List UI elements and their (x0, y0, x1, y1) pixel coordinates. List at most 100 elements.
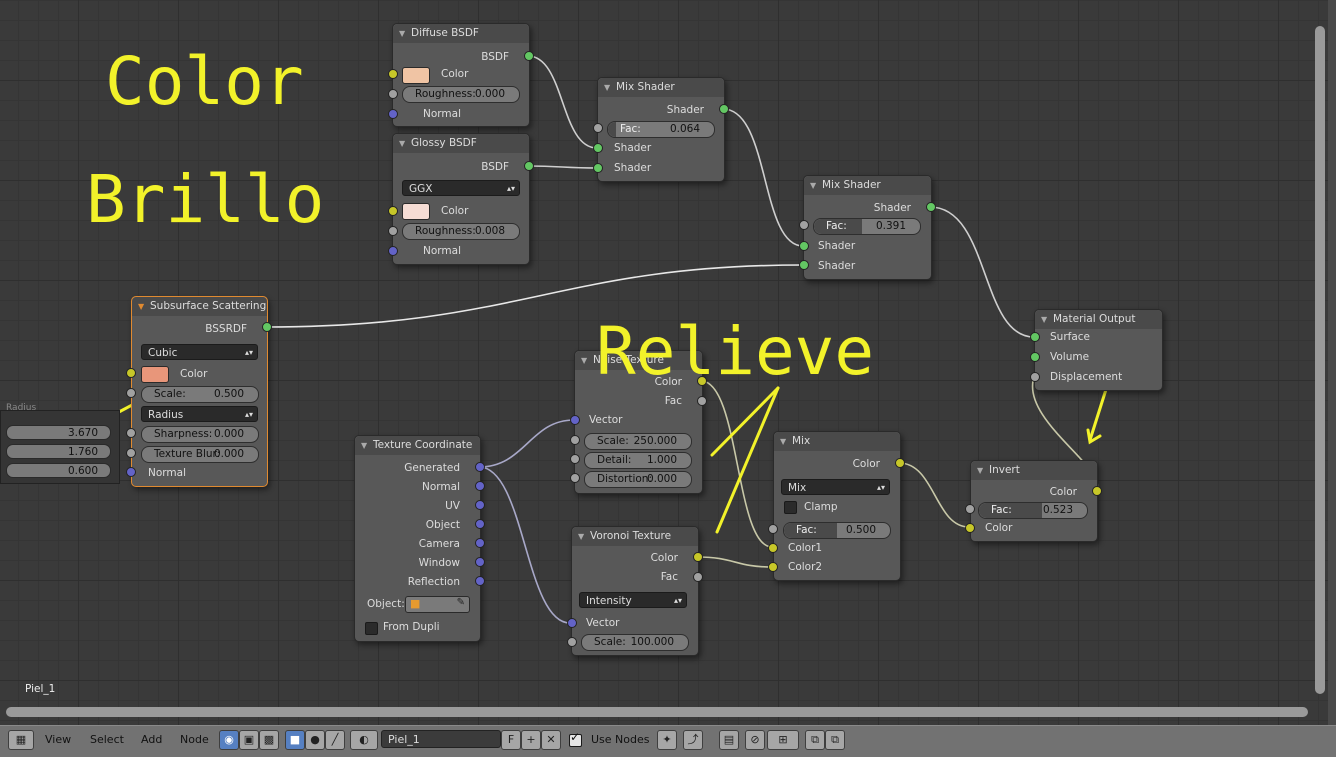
node-header[interactable]: ▼ Mix (774, 432, 900, 451)
collapse-icon[interactable]: ▼ (138, 297, 144, 316)
node-header[interactable]: ▼ Invert (971, 461, 1097, 480)
voronoi-texture-node[interactable]: ▼ Voronoi Texture Color Fac Intensity ▴▾ V… (571, 526, 699, 656)
voronoi-vector-socket[interactable] (567, 618, 577, 628)
use-nodes-label[interactable]: Use Nodes (591, 730, 650, 750)
diffuse-color-socket[interactable] (388, 69, 398, 79)
sss-blur-socket[interactable] (126, 448, 136, 458)
node-header[interactable]: ▼ Material Output (1035, 310, 1162, 329)
texcoord-window-socket[interactable] (475, 557, 485, 567)
menu-view[interactable]: View (45, 730, 71, 750)
material-name-field[interactable]: Piel_1 (381, 730, 501, 748)
mix2-shader1-socket[interactable] (799, 241, 809, 251)
sss-color-swatch[interactable] (141, 366, 169, 383)
scale-field[interactable]: Scale: 250.000 (584, 433, 692, 450)
glossy-bsdf-node[interactable]: ▼ Glossy BSDF BSDF GGX ▴▾ Color Roughness:… (392, 133, 530, 265)
node-header[interactable]: ▼ Mix Shader (804, 176, 931, 195)
mix2-output-socket[interactable] (926, 202, 936, 212)
glossy-bsdf-output-socket[interactable] (524, 161, 534, 171)
noise-vector-socket[interactable] (570, 415, 580, 425)
mix-shader-node-1[interactable]: ▼ Mix Shader Shader Fac: 0.064 Shader Shad… (597, 77, 725, 182)
collapse-icon[interactable]: ▼ (399, 134, 405, 153)
noise-fac-output-socket[interactable] (697, 396, 707, 406)
glossy-color-swatch[interactable] (402, 203, 430, 220)
noise-distortion-socket[interactable] (570, 473, 580, 483)
sss-sharpness-socket[interactable] (126, 428, 136, 438)
texcoord-camera-socket[interactable] (475, 538, 485, 548)
output-displacement-socket[interactable] (1030, 372, 1040, 382)
fac-field[interactable]: Fac: 0.064 (607, 121, 715, 138)
glossy-color-socket[interactable] (388, 206, 398, 216)
texture-coordinate-node[interactable]: ▼ Texture Coordinate Generated Normal UV … (354, 435, 481, 642)
object-shader-icon[interactable]: ■ (285, 730, 305, 750)
node-header[interactable]: ▼ Voronoi Texture (572, 527, 698, 546)
sss-output-socket[interactable] (262, 322, 272, 332)
texture-nodes-icon[interactable]: ▩ (259, 730, 279, 750)
paste-nodes-icon[interactable]: ⧉ (825, 730, 845, 750)
sss-color-socket[interactable] (126, 368, 136, 378)
texcoord-reflection-socket[interactable] (475, 576, 485, 586)
mix1-output-socket[interactable] (719, 104, 729, 114)
collapse-icon[interactable]: ▼ (780, 432, 786, 451)
voronoi-color-output-socket[interactable] (693, 552, 703, 562)
collapse-icon[interactable]: ▼ (399, 24, 405, 43)
radius-y-field[interactable]: 1.760 (6, 444, 111, 459)
menu-node[interactable]: Node (180, 730, 209, 750)
mix1-shader2-socket[interactable] (593, 163, 603, 173)
fac-field[interactable]: Fac: 0.500 (783, 522, 891, 539)
menu-add[interactable]: Add (141, 730, 162, 750)
sss-scale-socket[interactable] (126, 388, 136, 398)
eyedropper-icon[interactable]: ✎ (457, 597, 465, 608)
parent-node-tree-icon[interactable]: ⤴ (683, 730, 703, 750)
collapse-icon[interactable]: ▼ (604, 78, 610, 97)
collapse-icon[interactable]: ▼ (361, 436, 367, 455)
radius-dropdown[interactable]: Radius ▴▾ (141, 406, 258, 422)
snap-element-icon[interactable]: ⊞ (767, 730, 799, 750)
collapse-icon[interactable]: ▼ (810, 176, 816, 195)
backdrop-icon[interactable]: ▤ (719, 730, 739, 750)
collapse-icon[interactable]: ▼ (578, 527, 584, 546)
horizontal-scrollbar[interactable] (6, 707, 1308, 717)
node-header[interactable]: ▼ Texture Coordinate (355, 436, 480, 455)
invert-fac-socket[interactable] (965, 504, 975, 514)
copy-nodes-icon[interactable]: ⧉ (805, 730, 825, 750)
texcoord-object-socket[interactable] (475, 519, 485, 529)
sharpness-field[interactable]: Sharpness: 0.000 (141, 426, 259, 443)
node-header[interactable]: ▼ Subsurface Scattering (132, 297, 267, 316)
from-dupli-checkbox[interactable] (365, 622, 378, 635)
snap-toggle-icon[interactable]: ⊘ (745, 730, 765, 750)
noise-detail-socket[interactable] (570, 454, 580, 464)
mix-color-output-socket[interactable] (895, 458, 905, 468)
glossy-normal-socket[interactable] (388, 246, 398, 256)
node-header[interactable]: ▼ Diffuse BSDF (393, 24, 529, 43)
add-material-icon[interactable]: + (521, 730, 541, 750)
blend-mode-dropdown[interactable]: Mix ▴▾ (781, 479, 890, 495)
collapse-icon[interactable]: ▼ (1041, 310, 1047, 329)
invert-color-input-socket[interactable] (965, 523, 975, 533)
menu-select[interactable]: Select (90, 730, 124, 750)
distribution-dropdown[interactable]: GGX ▴▾ (402, 180, 520, 196)
sss-normal-socket[interactable] (126, 467, 136, 477)
vertical-scrollbar[interactable] (1315, 26, 1325, 694)
texcoord-normal-socket[interactable] (475, 481, 485, 491)
roughness-field[interactable]: Roughness: 0.000 (402, 86, 520, 103)
texcoord-uv-socket[interactable] (475, 500, 485, 510)
editor-type-icon[interactable]: ▦ (8, 730, 34, 750)
voronoi-fac-output-socket[interactable] (693, 572, 703, 582)
world-shader-icon[interactable]: ● (305, 730, 325, 750)
collapse-icon[interactable]: ▼ (977, 461, 983, 480)
distortion-field[interactable]: Distortion: 0.000 (584, 471, 692, 488)
texcoord-generated-socket[interactable] (475, 462, 485, 472)
mix-shader-node-2[interactable]: ▼ Mix Shader Shader Fac: 0.391 Shader Shad… (803, 175, 932, 280)
line-style-icon[interactable]: ╱ (325, 730, 345, 750)
detail-field[interactable]: Detail: 1.000 (584, 452, 692, 469)
unlink-material-icon[interactable]: ✕ (541, 730, 561, 750)
invert-node[interactable]: ▼ Invert Color Fac: 0.523 Color (970, 460, 1098, 542)
scale-field[interactable]: Scale: 0.500 (141, 386, 259, 403)
mix2-fac-socket[interactable] (799, 220, 809, 230)
mix1-fac-socket[interactable] (593, 123, 603, 133)
clamp-checkbox[interactable] (784, 501, 797, 514)
texture-blur-field[interactable]: Texture Blur: 0.000 (141, 446, 259, 463)
diffuse-bsdf-node[interactable]: ▼ Diffuse BSDF BSDF Color Roughness: 0.000… (392, 23, 530, 127)
pin-icon[interactable]: ✦ (657, 730, 677, 750)
node-header[interactable]: ▼ Mix Shader (598, 78, 724, 97)
